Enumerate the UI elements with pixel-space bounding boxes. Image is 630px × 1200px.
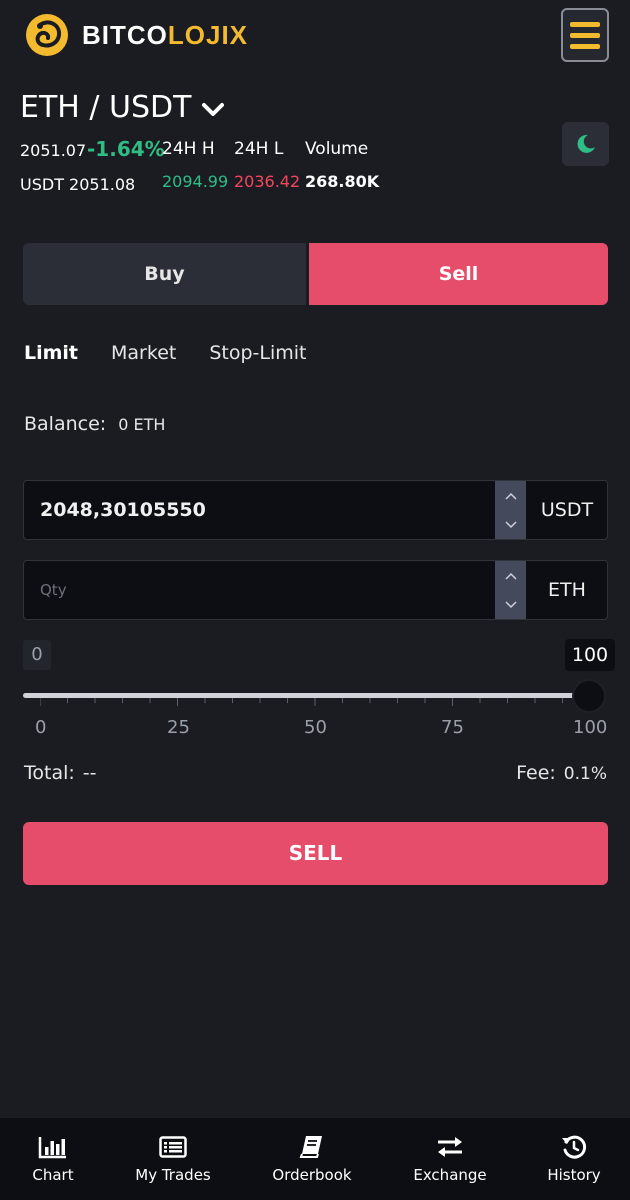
percent-slider-thumb[interactable] [572,679,606,713]
balance-label: Balance: [24,413,107,435]
total-value: -- [82,762,97,784]
nav-label: My Trades [135,1166,211,1184]
tab-market[interactable]: Market [111,342,176,364]
chart-icon [38,1137,66,1159]
nav-label: History [547,1166,601,1184]
slider-tick-label: 100 [573,717,608,738]
menu-button[interactable] [561,8,609,62]
book-icon [299,1136,322,1158]
trade-page: BITCOLOJIX ETH / USDT 2051.07 -1.64% 24H… [0,0,630,1200]
nav-orderbook[interactable]: Orderbook [264,1118,360,1200]
brand-name: BITCOLOJIX [82,19,249,50]
qty-field[interactable]: Qty ETH [23,560,608,620]
qty-stepper[interactable] [495,561,526,619]
nav-my-trades[interactable]: My Trades [128,1118,218,1200]
volume-label: Volume [305,139,369,159]
tab-sell[interactable]: Sell [309,243,608,305]
moon-icon [577,134,595,153]
last-price: 2051.07 [20,141,87,160]
qty-unit: ETH [548,579,586,601]
bottom-nav: Chart My Trades Orderbook Exchange Histo… [0,1118,630,1200]
price-stepper[interactable] [495,481,526,539]
ticker-row: 2051.07 -1.64% 24H H 24H L Volume [20,137,420,162]
side-tabs: Buy Sell [23,243,608,305]
price-change: -1.64% [87,137,165,161]
list-icon [159,1136,187,1158]
tab-stop-limit[interactable]: Stop-Limit [209,342,306,364]
slider-min-label: 0 [23,640,51,670]
brand-logo[interactable]: BITCOLOJIX [26,14,248,56]
nav-history[interactable]: History [538,1118,610,1200]
theme-toggle-button[interactable] [562,122,609,166]
tab-buy[interactable]: Buy [23,243,306,305]
sell-submit-button[interactable]: SELL [23,822,608,885]
volume-value: 268.80K [305,172,380,191]
nav-label: Exchange [413,1166,487,1184]
pair-title: ETH / USDT [20,90,192,125]
slider-max-label: 100 [565,639,615,671]
price-field[interactable]: 2048,30105550 USDT [23,480,608,540]
top-header: BITCOLOJIX [0,0,630,70]
slider-tick-label: 50 [304,717,327,738]
balance-value: 0 ETH [118,415,166,434]
nav-label: Chart [32,1166,74,1184]
hamburger-icon [570,21,600,27]
high-value: 2094.99 [162,172,229,191]
fee: Fee: 0.1% [516,762,607,784]
fee-label: Fee: [516,762,556,784]
chevron-down-icon[interactable] [504,520,517,529]
low-label: 24H L [234,139,284,159]
qty-input[interactable]: Qty [40,561,67,619]
chevron-up-icon[interactable] [504,572,517,580]
logo-mark-icon [26,14,68,56]
ticker-values-row: USDT 2051.08 2094.99 2036.42 268.80K [20,172,420,196]
chevron-down-icon[interactable] [504,600,517,609]
tab-limit[interactable]: Limit [24,342,78,364]
chevron-up-icon[interactable] [504,492,517,500]
price-input[interactable]: 2048,30105550 [40,481,206,539]
exchange-icon [438,1137,462,1157]
nav-exchange[interactable]: Exchange [406,1118,494,1200]
history-icon [562,1135,587,1159]
fee-value: 0.1% [563,764,607,784]
nav-chart[interactable]: Chart [17,1118,89,1200]
slider-ticks [40,698,590,706]
slider-tick-label: 0 [35,717,47,738]
slider-tick-label: 75 [441,717,464,738]
pair-selector[interactable]: ETH / USDT [20,90,225,125]
high-label: 24H H [162,139,215,159]
total-label: Total: [24,762,75,784]
usdt-price: USDT 2051.08 [20,175,136,194]
total: Total: -- [24,762,97,784]
low-value: 2036.42 [234,172,301,191]
chevron-down-icon [202,102,225,116]
slider-tick-label: 25 [167,717,190,738]
nav-label: Orderbook [272,1166,352,1184]
balance: Balance: 0 ETH [24,413,165,435]
price-unit: USDT [540,499,594,521]
order-type-tabs: Limit Market Stop-Limit [24,342,339,364]
